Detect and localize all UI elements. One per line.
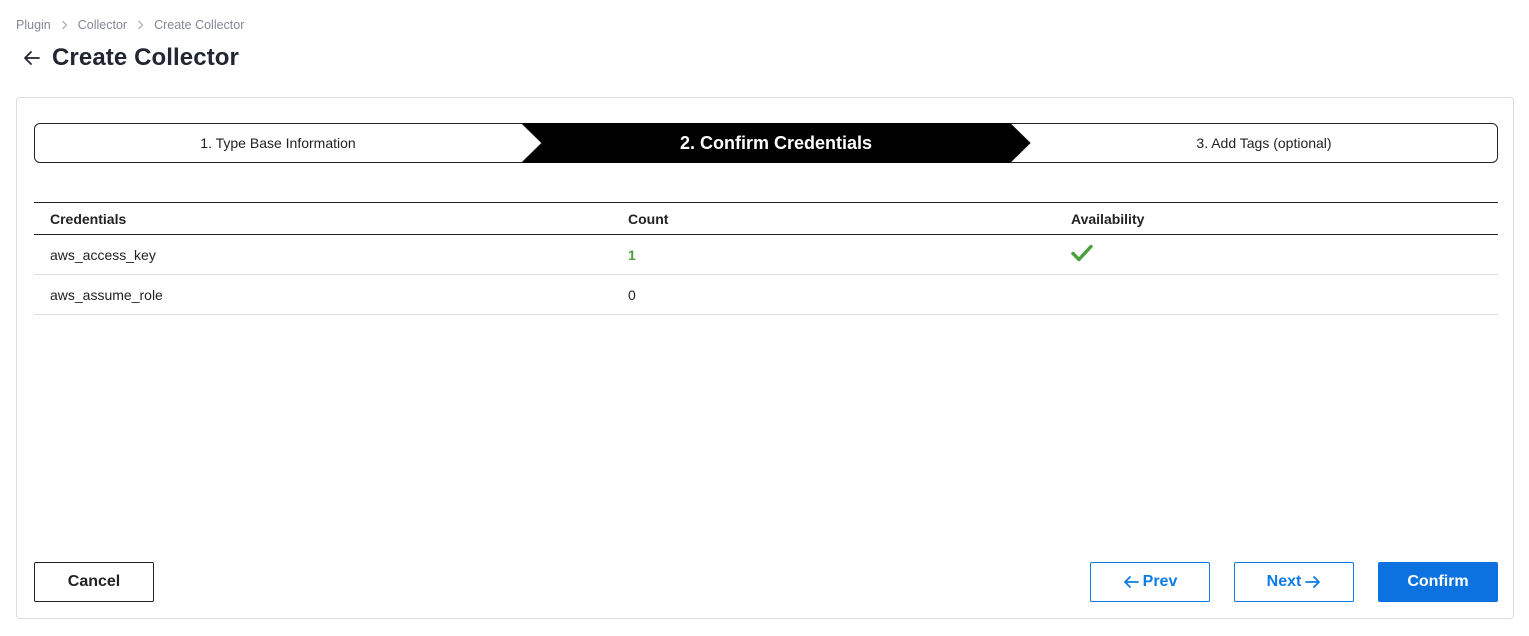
confirm-button-label: Confirm [1407,573,1469,590]
chevron-right-icon [137,20,144,30]
next-button-label: Next [1266,573,1302,590]
availability-cell [1055,234,1498,275]
checkmark-icon [1071,244,1093,262]
arrow-left-icon [1123,575,1139,589]
arrow-right-icon [1305,575,1321,589]
column-header-count: Count [612,202,1055,235]
availability-cell [1055,274,1498,315]
page-header: Create Collector [20,40,239,76]
wizard-card: 1. Type Base Information 2. Confirm Cred… [16,97,1514,619]
next-button[interactable]: Next [1234,562,1354,602]
prev-button-label: Prev [1142,573,1178,590]
credentials-table: Credentials Count Availability aws_acces… [34,202,1498,315]
confirm-button[interactable]: Confirm [1378,562,1498,602]
credential-name: aws_access_key [34,234,612,275]
step-1[interactable]: 1. Type Base Information [34,123,522,163]
table-row: aws_assume_role 0 [34,274,1498,315]
breadcrumb-item-collector[interactable]: Collector [78,18,127,32]
credential-name: aws_assume_role [34,274,612,315]
breadcrumb-item-create-collector: Create Collector [154,18,245,32]
stepper: 1. Type Base Information 2. Confirm Cred… [34,123,1498,163]
column-header-availability: Availability [1055,202,1498,235]
step-3[interactable]: 3. Add Tags (optional) [1030,123,1498,163]
table-row: aws_access_key 1 [34,234,1498,275]
breadcrumb-item-plugin[interactable]: Plugin [16,18,51,32]
cancel-button-label: Cancel [67,573,121,590]
chevron-right-icon [61,20,68,30]
breadcrumb: Plugin Collector Create Collector [16,17,244,33]
credential-count: 0 [612,274,1055,315]
cancel-button[interactable]: Cancel [34,562,154,602]
table-header-row: Credentials Count Availability [34,202,1498,235]
page-title: Create Collector [52,44,239,71]
prev-button[interactable]: Prev [1090,562,1210,602]
credential-count: 1 [612,234,1055,275]
step-2[interactable]: 2. Confirm Credentials [542,123,1010,163]
column-header-credentials: Credentials [34,202,612,235]
arrow-left-icon[interactable] [20,46,44,70]
